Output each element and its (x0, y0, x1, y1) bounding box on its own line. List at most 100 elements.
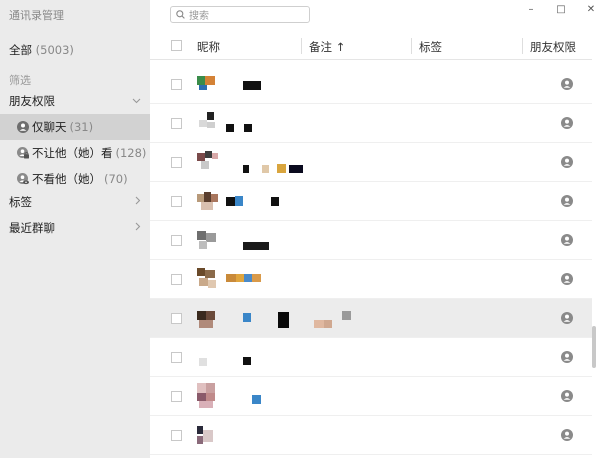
sidebar-item-hide-from[interactable]: 不让他（她）看 (128) (0, 140, 150, 166)
avatar (197, 266, 219, 292)
permission-icon[interactable] (561, 156, 573, 168)
search-box[interactable]: 搜索 (170, 6, 310, 23)
avatar (197, 227, 219, 253)
sidebar-item-friend-permission[interactable]: 朋友权限 (0, 88, 150, 114)
redacted-nickname (252, 395, 261, 404)
redacted-nickname (324, 320, 332, 328)
row-checkbox[interactable] (171, 196, 182, 207)
row-checkbox[interactable] (171, 352, 182, 363)
contact-list (150, 65, 592, 455)
avatar (197, 422, 219, 448)
row-checkbox[interactable] (171, 313, 182, 324)
column-nickname[interactable]: 昵称 (197, 39, 220, 55)
permission-icon[interactable] (561, 351, 573, 363)
permission-icon[interactable] (561, 390, 573, 402)
chevron-right-icon (135, 222, 141, 234)
table-row[interactable] (150, 338, 592, 377)
table-row[interactable] (150, 182, 592, 221)
column-remark[interactable]: 备注 ↑ (309, 39, 345, 55)
avatar (197, 305, 219, 331)
sidebar-item-chat-only[interactable]: 仅聊天 (31) (0, 114, 150, 140)
column-permission[interactable]: 朋友权限 (530, 39, 576, 55)
row-checkbox[interactable] (171, 391, 182, 402)
table-row[interactable] (150, 416, 592, 455)
redacted-nickname (252, 274, 261, 282)
contact-manager-main: 搜索 – □ ✕ 昵称 备注 ↑ 标签 朋友权限 (150, 0, 600, 458)
filter-heading: 筛选 (9, 74, 31, 87)
redacted-nickname (289, 165, 303, 173)
sidebar-item-chat-only-label: 仅聊天 (32, 120, 67, 134)
row-checkbox[interactable] (171, 79, 182, 90)
search-placeholder: 搜索 (189, 11, 209, 22)
permission-icon[interactable] (561, 78, 573, 90)
lock-user-icon (17, 147, 29, 159)
row-checkbox[interactable] (171, 118, 182, 129)
avatar (197, 110, 219, 136)
row-checkbox[interactable] (171, 235, 182, 246)
column-tags[interactable]: 标签 (419, 39, 442, 55)
sidebar-item-recent-groups[interactable]: 最近群聊 (0, 215, 150, 241)
sidebar-item-friend-permission-label: 朋友权限 (9, 94, 55, 108)
sidebar-item-tags[interactable]: 标签 (0, 189, 150, 215)
sidebar-item-tags-label: 标签 (9, 195, 32, 209)
user-icon (17, 121, 29, 133)
row-checkbox[interactable] (171, 157, 182, 168)
vertical-scrollbar[interactable] (592, 326, 596, 368)
sidebar-item-recent-groups-label: 最近群聊 (9, 221, 55, 235)
redacted-nickname (277, 164, 286, 173)
redacted-nickname (271, 197, 279, 206)
column-divider (301, 38, 302, 54)
row-checkbox[interactable] (171, 430, 182, 441)
permission-icon[interactable] (561, 117, 573, 129)
redacted-nickname (243, 357, 251, 365)
minimize-button[interactable]: – (524, 3, 538, 17)
chevron-down-icon (132, 96, 141, 107)
column-divider (522, 38, 523, 54)
table-row-selected[interactable] (150, 299, 592, 338)
column-divider (411, 38, 412, 54)
table-row[interactable] (150, 260, 592, 299)
redacted-nickname (235, 196, 243, 206)
avatar (197, 383, 219, 409)
redacted-nickname (278, 312, 289, 328)
permission-icon[interactable] (561, 234, 573, 246)
redacted-nickname (342, 311, 351, 320)
row-checkbox[interactable] (171, 274, 182, 285)
redacted-nickname (226, 274, 236, 282)
redacted-nickname (243, 313, 251, 322)
close-button[interactable]: ✕ (584, 3, 598, 17)
permission-icon[interactable] (561, 273, 573, 285)
table-row[interactable] (150, 377, 592, 416)
permission-icon[interactable] (561, 429, 573, 441)
avatar (197, 188, 219, 214)
redacted-nickname (236, 274, 244, 282)
chevron-right-icon (135, 196, 141, 208)
table-row[interactable] (150, 104, 592, 143)
table-row[interactable] (150, 65, 592, 104)
redacted-nickname (226, 197, 235, 206)
avatar (197, 71, 219, 97)
sidebar-item-chat-only-count: (31) (69, 120, 94, 134)
table-row[interactable] (150, 143, 592, 182)
sidebar-item-all-label: 全部 (9, 43, 32, 57)
eye-user-icon (17, 173, 29, 185)
redacted-nickname (226, 124, 234, 132)
redacted-nickname (243, 242, 269, 250)
redacted-nickname (314, 320, 324, 328)
sidebar-item-all-count: (5003) (35, 43, 74, 57)
select-all-checkbox[interactable] (171, 40, 182, 51)
redacted-nickname (243, 81, 261, 90)
avatar (197, 149, 219, 175)
maximize-button[interactable]: □ (554, 3, 568, 17)
permission-icon[interactable] (561, 195, 573, 207)
sidebar-item-all[interactable]: 全部 (5003) (9, 42, 74, 58)
search-icon (176, 10, 185, 19)
sidebar-item-dont-view-count: (70) (104, 172, 128, 186)
table-row[interactable] (150, 221, 592, 260)
permission-icon[interactable] (561, 312, 573, 324)
redacted-nickname (243, 165, 249, 173)
sidebar-title: 通讯录管理 (9, 9, 64, 22)
sidebar-item-hide-from-label: 不让他（她）看 (32, 146, 113, 160)
avatar (197, 344, 219, 370)
sidebar-item-dont-view-label: 不看他（她） (32, 172, 101, 186)
